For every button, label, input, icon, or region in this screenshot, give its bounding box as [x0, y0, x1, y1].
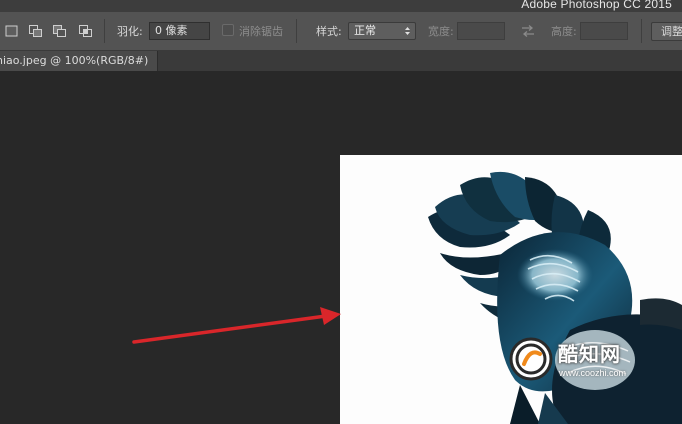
width-input[interactable] [457, 22, 505, 40]
title-bar: Adobe Photoshop CC 2015 [0, 0, 682, 12]
subtract-from-selection-icon[interactable] [52, 23, 68, 39]
separator [296, 19, 297, 43]
height-input[interactable] [580, 22, 628, 40]
refine-edge-button[interactable]: 调整 [651, 22, 682, 41]
options-bar: 羽化: 0 像素 消除锯齿 样式: 正常 宽度: 高度: 调整 [0, 12, 682, 51]
add-to-selection-icon[interactable] [28, 23, 44, 39]
new-selection-icon[interactable] [4, 23, 20, 39]
document-tab-bar: niao.jpeg @ 100%(RGB/8#) [0, 51, 682, 71]
app-title: Adobe Photoshop CC 2015 [521, 0, 672, 11]
height-label: 高度: [551, 25, 577, 38]
intersect-selection-icon[interactable] [78, 23, 94, 39]
watermark-url: www.coozhi.com [559, 368, 627, 378]
antialias-checkbox[interactable] [222, 24, 234, 36]
annotation-arrow [132, 307, 341, 344]
style-select[interactable]: 正常 [348, 22, 416, 40]
swap-arrows-icon[interactable] [520, 24, 536, 40]
document-tab-title: niao.jpeg @ 100%(RGB/8#) [0, 54, 149, 67]
style-select-value: 正常 [354, 24, 376, 37]
width-label: 宽度: [428, 25, 454, 38]
select-arrows-icon [405, 27, 410, 35]
document-tab[interactable]: niao.jpeg @ 100%(RGB/8#) [0, 51, 158, 71]
feather-label: 羽化: [117, 25, 143, 38]
watermark: 酷知网 www.coozhi.com [506, 334, 638, 386]
watermark-name: 酷知网 [558, 342, 621, 366]
watermark-logo-icon [509, 337, 553, 381]
style-label: 样式: [316, 25, 342, 38]
antialias-label: 消除锯齿 [239, 25, 283, 38]
separator [641, 19, 642, 43]
separator [104, 19, 105, 43]
feather-input[interactable]: 0 像素 [149, 22, 210, 40]
